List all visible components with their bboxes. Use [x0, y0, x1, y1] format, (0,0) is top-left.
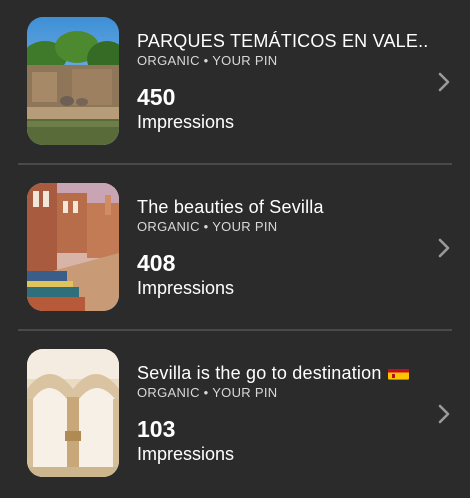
pin-row[interactable]: Sevilla is the go to destination ORGANIC…	[0, 332, 470, 498]
spain-flag-icon	[387, 366, 409, 380]
pin-row[interactable]: PARQUES TEMÁTICOS EN VALE... ORGANIC • Y…	[0, 0, 470, 166]
pin-title: Sevilla is the go to destination	[137, 362, 409, 384]
pin-meta: ORGANIC • YOUR PIN	[137, 53, 278, 68]
pin-title: The beauties of Sevilla	[137, 197, 324, 217]
chevron-right-icon[interactable]	[434, 236, 454, 260]
zoo-elephants-image	[27, 17, 119, 145]
pin-thumbnail-sevilla	[27, 183, 119, 311]
pin-title-text: Sevilla is the go to destination	[137, 363, 382, 383]
pin-thumbnail-zoo	[27, 17, 119, 145]
impressions-count: 103	[137, 416, 176, 442]
row-divider	[18, 329, 452, 331]
plaza-de-espana-image	[27, 183, 119, 311]
row-divider	[18, 163, 452, 165]
impressions-label: Impressions	[137, 278, 235, 298]
impressions-count: 408	[137, 250, 176, 276]
chevron-right-icon[interactable]	[434, 402, 454, 426]
alcazar-arches-image	[27, 349, 119, 477]
pin-thumbnail-alcazar	[27, 349, 119, 477]
impressions-label: Impressions	[137, 444, 235, 464]
impressions-label: Impressions	[137, 112, 235, 132]
pin-title: PARQUES TEMÁTICOS EN VALE...	[137, 31, 427, 51]
pin-meta: ORGANIC • YOUR PIN	[137, 385, 278, 400]
pin-row[interactable]: The beauties of Sevilla ORGANIC • YOUR P…	[0, 166, 470, 332]
pin-meta: ORGANIC • YOUR PIN	[137, 219, 278, 234]
impressions-count: 450	[137, 84, 176, 110]
chevron-right-icon[interactable]	[434, 70, 454, 94]
